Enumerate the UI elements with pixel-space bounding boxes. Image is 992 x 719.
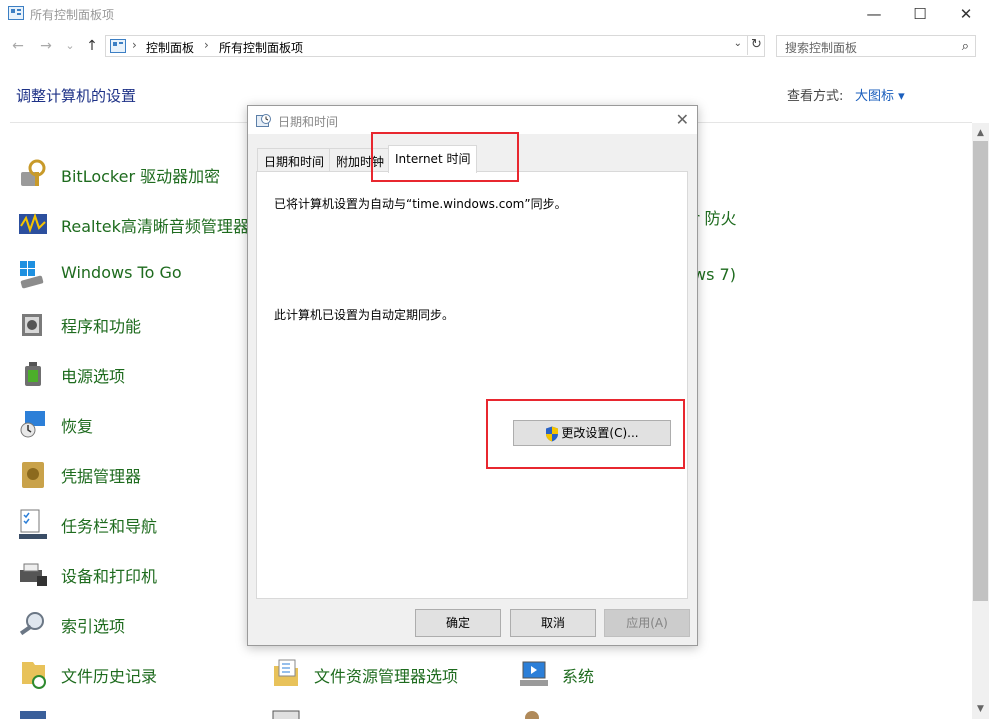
breadcrumb-all-items[interactable]: 所有控制面板项: [219, 39, 303, 56]
control-panel-icon: [110, 39, 126, 53]
credential-icon: [22, 462, 44, 488]
sync-status-text: 已将计算机设置为自动与“time.windows.com”同步。: [274, 197, 567, 211]
breadcrumb-separator: ›: [132, 38, 137, 52]
periodic-sync-text: 此计算机已设置为自动定期同步。: [274, 308, 455, 322]
recovery-icon: [20, 411, 45, 438]
cp-item-credential-manager[interactable]: 凭据管理器: [17, 458, 217, 494]
index-icon: [19, 612, 44, 636]
view-by-dropdown[interactable]: 大图标 ▾: [855, 85, 905, 104]
page-title: 调整计算机的设置: [16, 87, 137, 105]
cp-item-windows-to-go[interactable]: Windows To Go: [17, 258, 217, 294]
cancel-button[interactable]: 取消: [510, 609, 596, 637]
search-box[interactable]: 搜索控制面板 ⌕: [776, 35, 976, 57]
maximize-icon: ☐: [913, 5, 927, 23]
search-placeholder: 搜索控制面板: [785, 41, 858, 55]
breadcrumb-separator: ›: [204, 38, 209, 52]
cp-item-recovery[interactable]: 恢复: [17, 408, 217, 444]
forward-button[interactable]: →: [36, 35, 56, 57]
taskbar-icon: [19, 509, 47, 539]
cp-item-label: 恢复: [61, 417, 94, 436]
forward-arrow-icon: →: [40, 38, 52, 54]
cp-item-label: 文件资源管理器选项: [314, 667, 459, 686]
maximize-button[interactable]: ☐: [897, 0, 943, 28]
power-icon: [25, 362, 41, 386]
cp-item-label: 任务栏和导航: [61, 517, 158, 536]
close-icon: ✕: [959, 5, 973, 23]
minimize-button[interactable]: —: [851, 0, 897, 28]
cp-item-partial[interactable]: [518, 708, 718, 719]
clock-calendar-icon: [256, 114, 271, 127]
cp-item-system[interactable]: 系统: [518, 658, 668, 694]
window-title: 所有控制面板项: [30, 8, 115, 22]
ok-button[interactable]: 确定: [415, 609, 501, 637]
system-icon: [520, 661, 548, 686]
refresh-icon: ↻: [751, 37, 762, 52]
realtek-audio-icon: [19, 212, 47, 234]
cp-item-programs[interactable]: 程序和功能: [17, 308, 217, 344]
display-icon: [272, 710, 300, 719]
minimize-icon: —: [866, 5, 882, 23]
recent-locations-button[interactable]: ⌄: [60, 35, 80, 57]
cp-item-indexing[interactable]: 索引选项: [17, 608, 217, 644]
printer-icon: [20, 563, 47, 586]
back-button[interactable]: ←: [8, 35, 28, 57]
cp-item-label: 电源选项: [61, 367, 126, 386]
device-manager-icon: [20, 711, 46, 719]
navigation-bar: ← → ⌄ ↑ › 控制面板 › 所有控制面板项 ⌄ ↻ 搜索控制面板 ⌕: [0, 33, 992, 59]
back-arrow-icon: ←: [12, 38, 24, 54]
breadcrumb-control-panel[interactable]: 控制面板: [146, 39, 194, 56]
highlight-box-change-settings: [486, 399, 685, 469]
cp-item-label: 设备和打印机: [61, 567, 158, 586]
cp-item-label: Windows To Go: [61, 263, 182, 282]
cp-item-label: 索引选项: [61, 617, 126, 636]
backup-partial-label[interactable]: ws 7): [693, 265, 736, 284]
chevron-down-icon: ⌄: [65, 39, 75, 52]
address-bar[interactable]: › 控制面板 › 所有控制面板项 ⌄: [105, 35, 765, 57]
apply-button[interactable]: 应用(A): [604, 609, 690, 637]
scroll-thumb[interactable]: [973, 141, 988, 601]
scroll-down-icon[interactable]: ▼: [972, 701, 989, 717]
internet-time-panel: 已将计算机设置为自动与“time.windows.com”同步。 此计算机已设置…: [256, 171, 688, 599]
explorer-options-icon: [274, 659, 298, 686]
close-button[interactable]: ✕: [943, 0, 989, 28]
cp-item-explorer-options[interactable]: 文件资源管理器选项: [270, 658, 490, 694]
cp-item-label: 文件历史记录: [61, 667, 158, 686]
programs-icon: [22, 314, 42, 336]
user-accounts-icon: [525, 711, 539, 719]
cp-item-bitlocker[interactable]: BitLocker 驱动器加密: [17, 158, 237, 194]
title-bar: 所有控制面板项 — ☐ ✕: [0, 0, 992, 28]
date-time-dialog: 日期和时间 ✕ 日期和时间 附加时钟 Internet 时间 已将计算机设置为自…: [247, 105, 698, 646]
cp-item-devices-printers[interactable]: 设备和打印机: [17, 558, 217, 594]
cp-item-device-manager[interactable]: [17, 708, 217, 719]
cp-item-label: 程序和功能: [61, 317, 142, 336]
cp-item-partial[interactable]: [270, 708, 470, 719]
tab-internet-time[interactable]: Internet 时间: [388, 145, 478, 173]
vertical-scrollbar[interactable]: ▲ ▼: [972, 123, 989, 719]
cp-item-realtek[interactable]: Realtek高清晰音频管理器: [17, 208, 249, 244]
address-dropdown-icon[interactable]: ⌄: [734, 38, 742, 49]
cp-item-label: 凭据管理器: [61, 467, 142, 486]
tab-date-time[interactable]: 日期和时间: [257, 148, 332, 172]
up-button[interactable]: ↑: [82, 35, 102, 57]
cp-item-file-history[interactable]: 文件历史记录: [17, 658, 217, 694]
search-icon[interactable]: ⌕: [962, 39, 969, 54]
windows-to-go-icon: [20, 261, 44, 289]
control-panel-icon: [8, 6, 24, 20]
cp-item-label: Realtek高清晰音频管理器: [61, 217, 249, 236]
file-history-icon: [22, 662, 46, 689]
up-arrow-icon: ↑: [86, 38, 98, 54]
dialog-title-bar: 日期和时间 ✕: [248, 106, 697, 134]
cp-item-taskbar[interactable]: 任务栏和导航: [17, 508, 217, 544]
refresh-button[interactable]: ↻: [747, 35, 765, 55]
dialog-title: 日期和时间: [278, 115, 339, 129]
control-panel-window: 所有控制面板项 — ☐ ✕ ← → ⌄ ↑ › 控制面板 › 所有控制面板项 ⌄…: [0, 0, 992, 719]
cp-item-label: 系统: [562, 667, 595, 686]
scroll-up-icon[interactable]: ▲: [972, 125, 989, 141]
close-icon[interactable]: ✕: [676, 110, 689, 129]
view-by-label: 查看方式:: [787, 89, 844, 104]
bitlocker-icon: [21, 159, 46, 186]
cp-item-power[interactable]: 电源选项: [17, 358, 217, 394]
cp-item-label: BitLocker 驱动器加密: [61, 167, 221, 186]
